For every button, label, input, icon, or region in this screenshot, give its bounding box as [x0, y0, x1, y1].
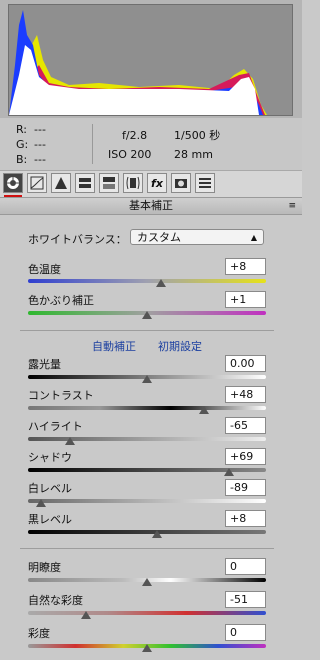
vibrance-label: 自然な彩度: [28, 594, 83, 607]
r-label: R:: [16, 123, 28, 136]
exposure-label: 露光量: [28, 358, 61, 371]
vibrance-slider-thumb[interactable]: [81, 611, 92, 619]
camera-calibration-tab-icon[interactable]: [171, 173, 191, 193]
whites-value[interactable]: -89: [225, 479, 266, 496]
panel-menu-icon[interactable]: ≡: [288, 198, 296, 214]
white-balance-label: ホワイトバランス：: [28, 233, 127, 246]
shadows-value[interactable]: +69: [225, 448, 266, 465]
basic-tab-icon[interactable]: [3, 173, 23, 193]
effects-fx-tab-icon[interactable]: fx: [147, 173, 167, 193]
contrast-slider[interactable]: [28, 406, 266, 410]
rgb-readout: R: --- G: --- B: ---: [16, 122, 52, 167]
histogram: [8, 4, 293, 116]
section-divider: [20, 330, 274, 331]
tint-value[interactable]: +1: [225, 291, 266, 308]
white-balance-value: カスタム: [137, 231, 181, 244]
temperature-slider[interactable]: [28, 279, 266, 283]
temperature-slider-thumb[interactable]: [156, 279, 167, 287]
g-value: ---: [34, 138, 46, 151]
vibrance-value[interactable]: -51: [225, 591, 266, 608]
highlights-value[interactable]: -65: [225, 417, 266, 434]
tint-label: 色かぶり補正: [28, 294, 94, 307]
image-info: R: --- G: --- B: --- f/2.8 1/500 秒 ISO 200 28…: [0, 118, 302, 171]
temperature-value[interactable]: +8: [225, 258, 266, 275]
saturation-slider-thumb[interactable]: [142, 644, 152, 652]
tone-curve-tab-icon[interactable]: [27, 173, 47, 193]
contrast-label: コントラスト: [28, 389, 94, 402]
whites-slider[interactable]: [28, 499, 266, 503]
presets-tab-icon[interactable]: [195, 173, 215, 193]
panel-tabs: fx: [0, 171, 302, 198]
whites-slider-thumb[interactable]: [36, 499, 47, 507]
lens-corrections-tab-icon[interactable]: [123, 173, 143, 193]
clarity-value[interactable]: 0: [225, 558, 266, 575]
b-label: B:: [16, 153, 28, 166]
select-arrows-icon: ▲: [250, 233, 257, 242]
clarity-slider-thumb[interactable]: [142, 578, 152, 586]
tint-slider-thumb[interactable]: [142, 311, 152, 319]
saturation-value[interactable]: 0: [225, 624, 266, 641]
blacks-value[interactable]: +8: [225, 510, 266, 527]
blacks-label: 黒レベル: [28, 513, 72, 526]
highlights-slider-thumb[interactable]: [64, 437, 75, 445]
clarity-label: 明瞭度: [28, 561, 61, 574]
exposure-value[interactable]: 0.00: [225, 355, 266, 372]
focal-length: 28 mm: [174, 148, 213, 161]
b-value: ---: [34, 153, 46, 166]
temperature-label: 色温度: [28, 263, 61, 276]
auto-button[interactable]: 自動補正: [92, 338, 136, 354]
contrast-slider-thumb[interactable]: [199, 406, 210, 414]
section-divider: [20, 548, 274, 549]
histogram-area: [0, 0, 302, 118]
exif-info: f/2.8 1/500 秒 ISO 200 28 mm: [108, 126, 220, 164]
shutter-speed: 1/500 秒: [174, 129, 221, 142]
split-toning-tab-icon[interactable]: [99, 173, 119, 193]
hsl-tab-icon[interactable]: [75, 173, 95, 193]
blacks-slider[interactable]: [28, 530, 266, 534]
panel-title: 基本補正: [129, 199, 173, 212]
blacks-slider-thumb[interactable]: [151, 530, 162, 538]
vibrance-slider[interactable]: [28, 611, 266, 615]
active-tab-indicator: [4, 195, 22, 197]
g-label: G:: [16, 138, 29, 151]
shadows-slider-thumb[interactable]: [224, 468, 235, 476]
aperture: f/2.8: [122, 129, 148, 142]
r-value: ---: [34, 123, 46, 136]
detail-tab-icon[interactable]: [51, 173, 71, 193]
whites-label: 白レベル: [28, 482, 72, 495]
default-button[interactable]: 初期設定: [158, 338, 202, 354]
info-divider: [92, 124, 93, 164]
iso: ISO 200: [108, 148, 152, 161]
panel-title-bar: 基本補正 ≡: [0, 198, 302, 215]
white-balance-select[interactable]: カスタム ▲: [130, 229, 264, 245]
exposure-slider-thumb[interactable]: [142, 375, 152, 383]
basic-panel: ホワイトバランス： カスタム ▲ 色温度 +8 色かぶり補正 +1 自動補正 初…: [0, 215, 302, 660]
highlights-label: ハイライト: [28, 420, 83, 433]
saturation-label: 彩度: [28, 627, 50, 640]
shadows-label: シャドウ: [28, 451, 72, 464]
contrast-value[interactable]: +48: [225, 386, 266, 403]
